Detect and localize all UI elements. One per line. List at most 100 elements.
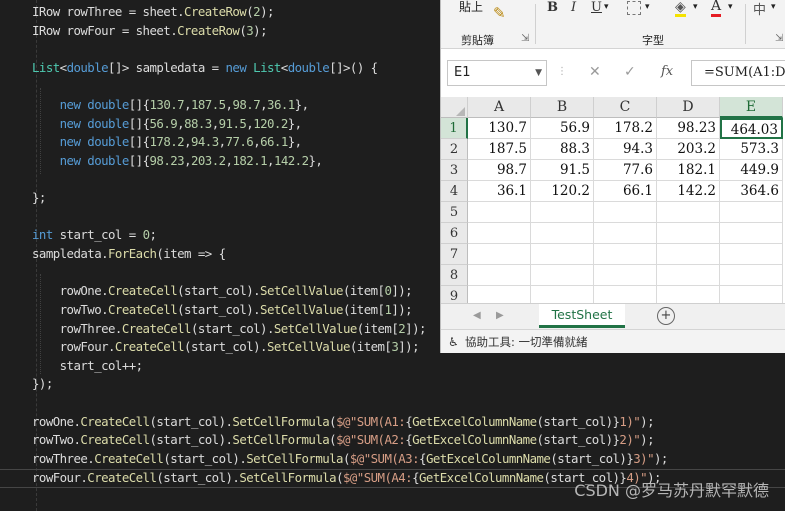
column-header[interactable]: E [720,97,783,118]
cell[interactable] [468,265,531,286]
cell[interactable]: 449.9 [720,160,783,181]
code-line[interactable]: new double[]{98.23,203.2,182.1,142.2}, [32,152,323,170]
fill-color-icon[interactable]: ◈ [675,0,686,17]
row-header[interactable]: 5 [441,202,468,223]
cell[interactable]: 98.7 [468,160,531,181]
code-line[interactable]: int start_col = 0; [32,226,157,244]
row-header[interactable]: 1 [441,118,468,139]
code-line[interactable]: }; [32,189,46,207]
sheet-tab-testsheet[interactable]: TestSheet [539,304,625,328]
code-line[interactable]: }); [32,375,53,393]
paste-button[interactable]: 貼上 [459,0,483,15]
code-line[interactable]: IRow rowFour = sheet.CreateRow(3); [32,22,268,40]
excel-window[interactable]: 貼上 ✎ B I U ▾ ▾ ◈ ▾ A ▾ 中 ▾ 剪貼簿 ⇲ 字型 ⇲ E1… [440,0,785,353]
code-line[interactable]: rowFour.CreateCell(start_col).SetCellFor… [32,469,661,487]
row-header[interactable]: 8 [441,265,468,286]
column-header[interactable]: D [657,97,720,118]
cell[interactable]: 182.1 [657,160,720,181]
code-line[interactable]: new double[]{56.9,88.3,91.5,120.2}, [32,115,302,133]
row-header[interactable]: 3 [441,160,468,181]
check-icon[interactable]: ✓ [624,64,636,80]
cell[interactable] [468,202,531,223]
clipboard-launcher-icon[interactable]: ⇲ [521,33,529,44]
cell[interactable]: 36.1 [468,181,531,202]
row-header[interactable]: 4 [441,181,468,202]
code-line[interactable]: rowThree.CreateCell(start_col).SetCellFo… [32,450,668,468]
cell[interactable]: 187.5 [468,139,531,160]
cell[interactable] [531,244,594,265]
chevron-down-icon[interactable]: ▼ [535,61,542,85]
cell[interactable] [720,244,783,265]
cell[interactable]: 98.23 [657,118,720,139]
code-line[interactable]: new double[]{178.2,94.3,77.6,66.1}, [32,133,302,151]
code-line[interactable]: rowTwo.CreateCell(start_col).SetCellValu… [32,301,413,319]
font-launcher-icon[interactable]: ⇲ [775,33,783,44]
cell[interactable]: 142.2 [657,181,720,202]
code-line[interactable]: rowThree.CreateCell(start_col).SetCellVa… [32,320,427,338]
cell[interactable] [468,223,531,244]
cell[interactable]: 364.6 [720,181,783,202]
bold-button[interactable]: B [547,0,558,15]
add-sheet-button[interactable]: + [657,307,675,325]
next-sheet-icon[interactable]: ▶ [496,310,504,321]
code-line[interactable]: sampledata.ForEach(item => { [32,245,226,263]
cell[interactable] [720,202,783,223]
cell[interactable] [531,265,594,286]
accessibility-icon[interactable]: ♿ [448,330,459,353]
phonetic-dropdown-icon[interactable]: ▾ [771,2,776,12]
cell[interactable] [657,244,720,265]
code-line[interactable]: IRow rowThree = sheet.CreateRow(2); [32,3,274,21]
cell[interactable]: 77.6 [594,160,657,181]
cell[interactable]: 88.3 [531,139,594,160]
cell[interactable] [594,202,657,223]
cell[interactable]: 573.3 [720,139,783,160]
formula-input[interactable]: =SUM(A1:D1) [691,60,785,86]
name-box[interactable]: E1 ▼ [447,60,547,86]
spreadsheet-grid[interactable]: A B C D E 1 130.7 56.9 178.2 98.23 464.03 2 187.5 88.… [441,97,785,307]
cell[interactable] [531,223,594,244]
code-line[interactable]: rowTwo.CreateCell(start_col).SetCellForm… [32,431,655,449]
cell[interactable] [657,265,720,286]
cell[interactable] [657,223,720,244]
cancel-icon[interactable]: ✕ [589,64,601,80]
code-line[interactable]: rowFour.CreateCell(start_col).SetCellVal… [32,338,420,356]
cell[interactable]: 94.3 [594,139,657,160]
cell[interactable] [531,202,594,223]
cell[interactable] [720,265,783,286]
code-line[interactable]: rowOne.CreateCell(start_col).SetCellValu… [32,282,413,300]
cell[interactable]: 120.2 [531,181,594,202]
cell[interactable]: 56.9 [531,118,594,139]
italic-button[interactable]: I [571,0,576,15]
underline-dropdown-icon[interactable]: ▾ [604,2,609,12]
border-dropdown-icon[interactable]: ▾ [645,2,650,12]
underline-button[interactable]: U [591,0,602,15]
code-line[interactable]: start_col++; [32,357,143,375]
cell[interactable] [657,202,720,223]
code-line[interactable]: new double[]{130.7,187.5,98.7,36.1}, [32,96,309,114]
cell[interactable] [594,223,657,244]
code-line[interactable]: List<double[]> sampledata = new List<dou… [32,59,378,77]
code-line[interactable]: rowOne.CreateCell(start_col).SetCellForm… [32,413,655,431]
function-icon[interactable]: fx [661,64,673,79]
cell[interactable] [720,223,783,244]
column-header[interactable]: A [468,97,531,118]
phonetic-icon[interactable]: 中 [753,0,766,18]
cell[interactable]: 130.7 [468,118,531,139]
row-header[interactable]: 7 [441,244,468,265]
cell[interactable]: 203.2 [657,139,720,160]
cell[interactable] [594,265,657,286]
font-color-dropdown-icon[interactable]: ▾ [728,2,733,12]
cell[interactable]: 91.5 [531,160,594,181]
select-all-corner[interactable] [441,97,468,118]
row-header[interactable]: 6 [441,223,468,244]
row-header[interactable]: 2 [441,139,468,160]
border-icon[interactable] [627,1,641,15]
fill-dropdown-icon[interactable]: ▾ [693,2,698,12]
cell[interactable] [594,244,657,265]
active-cell[interactable]: 464.03 [720,118,783,139]
format-painter-icon[interactable]: ✎ [493,4,506,22]
font-color-icon[interactable]: A [711,0,722,17]
cell[interactable] [468,244,531,265]
cell[interactable]: 66.1 [594,181,657,202]
cell[interactable]: 178.2 [594,118,657,139]
